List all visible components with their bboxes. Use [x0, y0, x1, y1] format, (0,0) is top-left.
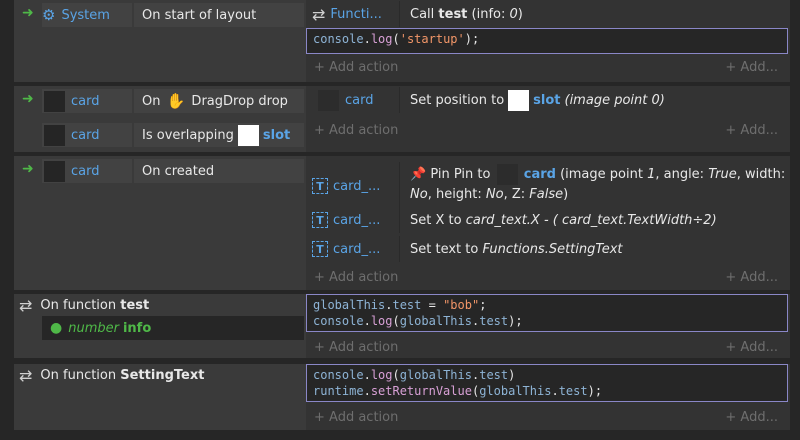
- trigger-arrow-icon: ➜: [22, 161, 34, 177]
- slot-thumbnail-icon: [237, 124, 259, 146]
- action-object-card-text: T card_...: [312, 207, 398, 233]
- function-block-test[interactable]: ⇄ On function test ● number info globalT…: [14, 294, 790, 358]
- card-thumbnail-icon: [44, 160, 65, 182]
- card-thumbnail-icon: [318, 89, 339, 111]
- add-action-button[interactable]: + Add action: [314, 270, 398, 285]
- action-object-card-text: T card_...: [312, 236, 398, 262]
- text-object-icon: T: [312, 212, 328, 228]
- add-action-row: + Add action + Add...: [306, 338, 790, 358]
- condition-object-card[interactable]: card: [42, 159, 132, 183]
- function-block-settingtext[interactable]: ⇄ On function SettingText console.log(gl…: [14, 364, 790, 430]
- add-more-button[interactable]: + Add...: [725, 270, 778, 285]
- trigger-arrow-icon: ➜: [22, 5, 34, 21]
- condition-text[interactable]: On start of layout: [134, 3, 304, 27]
- js-code-block[interactable]: console.log(globalThis.test) runtime.set…: [306, 364, 788, 402]
- action-row-call[interactable]: ⇄ Functi... Call test (info: 0): [306, 1, 790, 27]
- add-more-button[interactable]: + Add...: [725, 410, 778, 425]
- function-loop-icon: ⇄: [312, 4, 326, 24]
- actions-area: globalThis.test = "bob"; console.log(glo…: [306, 294, 790, 358]
- actions-area: T card_... 📌 Pin Pin to card (image poin…: [306, 156, 790, 290]
- location-pin-icon: ●: [50, 320, 63, 336]
- object-name: System: [61, 7, 110, 23]
- actions-area: console.log(globalThis.test) runtime.set…: [306, 364, 790, 430]
- action-text-set-text: Set text to Functions.SettingText: [410, 241, 623, 257]
- action-text-pin: 📌 Pin Pin to card (image point 1, angle:…: [410, 164, 785, 204]
- action-text-set-x: Set X to card_text.X - ( card_text.TextW…: [410, 212, 717, 228]
- action-row-set-x[interactable]: T card_... Set X to card_text.X - ( card…: [306, 207, 790, 233]
- condition-area: ➜ ⚙ System On start of layout: [14, 0, 304, 82]
- add-action-row: + Add action + Add...: [306, 58, 790, 78]
- slot-thumbnail-icon: [508, 89, 530, 111]
- action-text: Set position to slot (image point 0): [410, 87, 665, 113]
- function-header: ⇄ On function SettingText: [14, 364, 304, 430]
- condition-text-overlap[interactable]: Is overlapping slot: [134, 123, 304, 147]
- condition-area: ➜ card On ✋ DragDrop drop card Is overla…: [14, 86, 304, 152]
- event-block-start[interactable]: ➜ ⚙ System On start of layout ⇄ Functi..…: [14, 0, 790, 82]
- add-action-row: + Add action + Add...: [306, 408, 790, 428]
- condition-label: On start of layout: [142, 7, 257, 23]
- action-object-card-text: T card_...: [312, 173, 398, 199]
- condition-object-card-2[interactable]: card: [42, 123, 132, 147]
- action-row-set-text[interactable]: T card_... Set text to Functions.Setting…: [306, 236, 790, 262]
- add-action-row: + Add action + Add...: [306, 268, 790, 288]
- function-parameter[interactable]: ● number info: [42, 316, 304, 340]
- add-action-button[interactable]: + Add action: [314, 410, 398, 425]
- card-thumbnail-icon: [496, 164, 518, 185]
- event-block-dragdrop[interactable]: ➜ card On ✋ DragDrop drop card Is overla…: [14, 86, 790, 152]
- text-object-icon: T: [312, 178, 328, 194]
- action-object-functions: ⇄ Functi...: [312, 1, 398, 27]
- add-action-button[interactable]: + Add action: [314, 60, 398, 75]
- gear-icon: ⚙: [42, 6, 56, 24]
- function-title[interactable]: ⇄ On function test: [14, 294, 304, 316]
- action-object-name: Functi...: [330, 6, 382, 22]
- condition-object-system[interactable]: ⚙ System: [42, 3, 132, 27]
- trigger-arrow-icon: ➜: [22, 91, 34, 107]
- condition-object-card[interactable]: card: [42, 89, 132, 113]
- pin-icon: 📌: [410, 167, 427, 182]
- add-more-button[interactable]: + Add...: [725, 60, 778, 75]
- card-thumbnail-icon: [44, 124, 65, 146]
- action-text: Call test (info: 0): [410, 6, 523, 22]
- add-action-button[interactable]: + Add action: [314, 340, 398, 355]
- condition-area: ➜ card On created: [14, 156, 304, 290]
- card-thumbnail-icon: [44, 90, 65, 112]
- function-loop-icon: ⇄: [19, 365, 33, 385]
- function-title[interactable]: ⇄ On function SettingText: [14, 364, 304, 386]
- condition-text[interactable]: On created: [134, 159, 304, 183]
- actions-area: ⇄ Functi... Call test (info: 0) console.…: [306, 0, 790, 82]
- dragdrop-behavior-icon: ✋: [166, 92, 186, 110]
- add-action-row: + Add action + Add...: [306, 121, 790, 141]
- add-more-button[interactable]: + Add...: [725, 123, 778, 138]
- function-header: ⇄ On function test ● number info: [14, 294, 304, 358]
- action-object-card: card: [312, 87, 398, 113]
- event-block-created[interactable]: ➜ card On created T card_... 📌 Pin Pin t…: [14, 156, 790, 290]
- actions-area: card Set position to slot (image point 0…: [306, 86, 790, 152]
- action-row-pin[interactable]: T card_... 📌 Pin Pin to card (image poin…: [306, 162, 790, 210]
- js-code-block[interactable]: console.log('startup');: [306, 28, 788, 54]
- condition-text-drop[interactable]: On ✋ DragDrop drop: [134, 89, 304, 113]
- add-action-button[interactable]: + Add action: [314, 123, 398, 138]
- add-more-button[interactable]: + Add...: [725, 340, 778, 355]
- js-code-block[interactable]: globalThis.test = "bob"; console.log(glo…: [306, 294, 788, 332]
- text-object-icon: T: [312, 241, 328, 257]
- action-row-set-position[interactable]: card Set position to slot (image point 0…: [306, 87, 790, 113]
- function-loop-icon: ⇄: [19, 295, 33, 315]
